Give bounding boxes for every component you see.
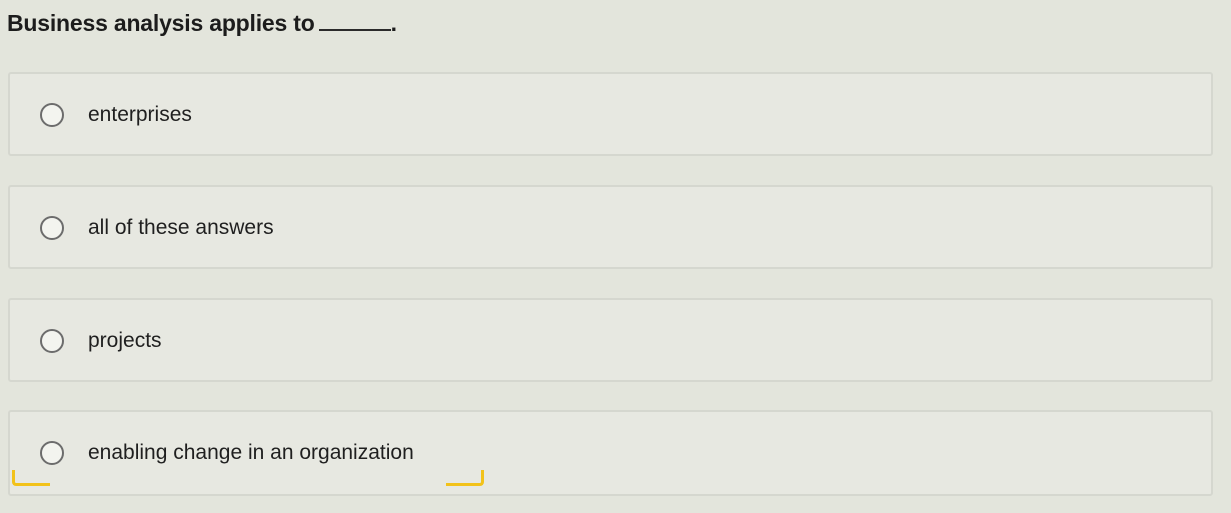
radio-button[interactable] — [40, 103, 64, 127]
focus-bracket-left — [12, 470, 50, 486]
radio-button[interactable] — [40, 329, 64, 353]
answer-options: enterprises all of these answers project… — [0, 0, 1231, 513]
option-enabling-change[interactable]: enabling change in an organization — [8, 410, 1213, 496]
option-label: all of these answers — [88, 216, 274, 239]
focus-bracket-right — [446, 470, 484, 486]
option-label: enabling change in an organization — [88, 441, 414, 464]
option-label: enterprises — [88, 103, 192, 126]
option-enterprises[interactable]: enterprises — [8, 72, 1213, 156]
option-all-of-these-answers[interactable]: all of these answers — [8, 185, 1213, 269]
option-label: projects — [88, 329, 162, 352]
option-projects[interactable]: projects — [8, 298, 1213, 382]
radio-button[interactable] — [40, 441, 64, 465]
radio-button[interactable] — [40, 216, 64, 240]
